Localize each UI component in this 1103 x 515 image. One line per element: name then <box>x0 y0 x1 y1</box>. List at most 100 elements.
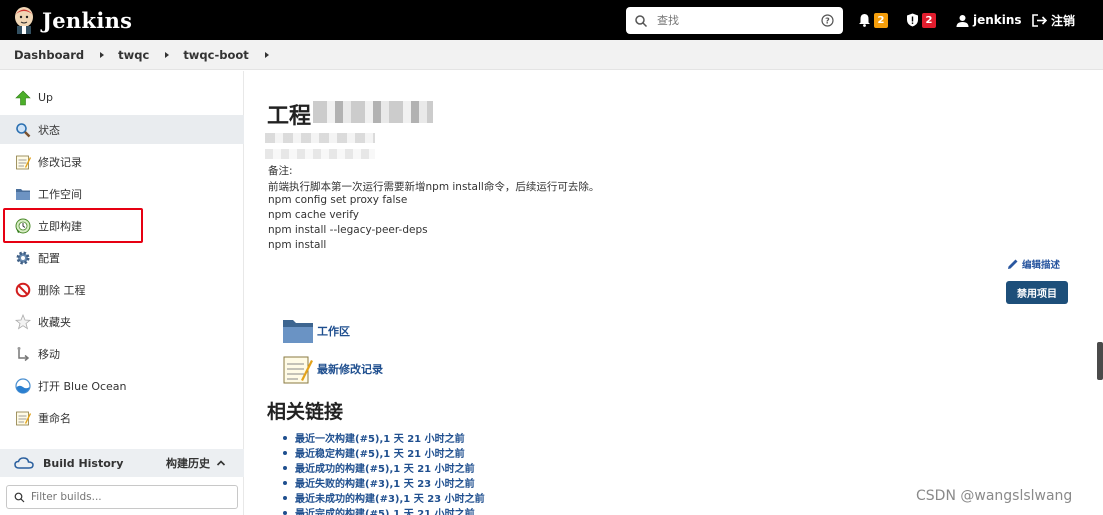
related-link[interactable]: 最近完成的构建(#5),1 天 21 小时之前 <box>295 505 475 515</box>
build-history-title: Build History <box>43 456 124 470</box>
disable-project-button[interactable]: 禁用项目 <box>1006 281 1068 304</box>
recent-changes-link-label: 最新修改记录 <box>317 363 383 376</box>
search-input[interactable] <box>657 14 821 27</box>
build-history-title-cn: 构建历史 <box>166 457 210 470</box>
related-link[interactable]: 最近未成功的构建(#3),1 天 23 小时之前 <box>295 490 485 505</box>
related-link[interactable]: 最近稳定构建(#5),1 天 21 小时之前 <box>295 445 465 460</box>
bullet <box>283 480 287 485</box>
sidebar-item-label: Up <box>38 91 54 104</box>
notepad-icon <box>283 356 313 384</box>
main-panel: 工程 备注: 前端执行脚本第一次运行需要新增npm install命令，后续运行… <box>245 71 1095 515</box>
breadcrumb: Dashboard twqc twqc-boot <box>0 40 1103 70</box>
related-link[interactable]: 最近一次构建(#5),1 天 21 小时之前 <box>295 430 465 445</box>
search-box[interactable]: ? <box>626 7 843 34</box>
sidebar-item-workspace[interactable]: 工作空间 <box>0 179 244 208</box>
build-now-highlight <box>3 208 143 243</box>
workspace-link-label: 工作区 <box>317 325 350 338</box>
search-icon <box>635 14 648 27</box>
recent-changes-link[interactable]: 最新修改记录 <box>282 353 383 385</box>
description-line: 前端执行脚本第一次运行需要新增npm install命令，后续运行可去除。 <box>268 181 600 193</box>
list-item[interactable]: 最近未成功的构建(#3),1 天 23 小时之前 <box>283 490 485 505</box>
workspace-link[interactable]: 工作区 <box>282 317 350 345</box>
filter-builds-input[interactable] <box>31 491 221 503</box>
chevron-up-icon[interactable] <box>216 458 226 468</box>
shield-icon <box>907 13 918 27</box>
list-item[interactable]: 最近成功的构建(#5),1 天 21 小时之前 <box>283 460 485 475</box>
logout-label: 注销 <box>1051 13 1076 28</box>
related-link[interactable]: 最近成功的构建(#5),1 天 21 小时之前 <box>295 460 475 475</box>
watermark: CSDN @wangslslwang <box>916 488 1073 504</box>
bullet <box>283 495 287 500</box>
user-icon <box>956 14 969 27</box>
scrollbar-handle[interactable] <box>1097 342 1103 380</box>
svg-text:?: ? <box>825 17 830 26</box>
build-history-header[interactable]: Build History 构建历史 <box>0 449 244 477</box>
folder-icon <box>283 320 313 343</box>
sidebar-item-label: 移动 <box>38 347 60 361</box>
cloud-icon <box>14 457 34 469</box>
redacted-text <box>265 133 375 143</box>
brand-name: Jenkins <box>42 7 133 33</box>
star-icon <box>15 313 31 330</box>
sidebar-item-move[interactable]: 移动 <box>0 339 244 368</box>
breadcrumb-dashboard[interactable]: Dashboard <box>14 48 84 62</box>
magnifier-icon <box>16 122 31 137</box>
sidebar-item-label: 状态 <box>38 123 60 137</box>
user-menu[interactable]: jenkins <box>956 0 1022 40</box>
sidebar-item-label: 修改记录 <box>38 155 82 169</box>
description-line: npm config set proxy false <box>268 194 408 206</box>
sidebar-item-label: 收藏夹 <box>38 315 71 329</box>
related-link[interactable]: 最近失败的构建(#3),1 天 23 小时之前 <box>295 475 475 490</box>
logout-icon <box>1032 13 1047 27</box>
list-item[interactable]: 最近稳定构建(#5),1 天 21 小时之前 <box>283 445 485 460</box>
notepad-icon <box>16 155 31 169</box>
redacted-project-name <box>313 101 433 123</box>
sidebar-item-label: 重命名 <box>38 411 71 425</box>
list-item[interactable]: 最近完成的构建(#5),1 天 21 小时之前 <box>283 505 485 515</box>
list-item[interactable]: 最近一次构建(#5),1 天 21 小时之前 <box>283 430 485 445</box>
bullet <box>283 435 287 440</box>
bell-icon <box>859 14 870 27</box>
sidebar-item-delete[interactable]: 删除 工程 <box>0 275 244 304</box>
breadcrumb-separator-icon[interactable] <box>165 51 170 58</box>
edit-description-link[interactable]: 编辑描述 <box>1007 257 1060 271</box>
sidebar-item-blue-ocean[interactable]: 打开 Blue Ocean <box>0 371 244 400</box>
security-badge: 2 <box>922 12 936 28</box>
notepad-icon <box>16 411 31 425</box>
sidebar-item-changes[interactable]: 修改记录 <box>0 147 244 176</box>
sidebar-item-label: 删除 工程 <box>38 283 86 297</box>
page-title: 工程 <box>267 104 312 129</box>
sidebar-item-status[interactable]: 状态 <box>0 115 244 144</box>
help-icon[interactable]: ? <box>821 14 834 27</box>
move-icon <box>17 346 30 361</box>
related-links-list: 最近一次构建(#5),1 天 21 小时之前 最近稳定构建(#5),1 天 21… <box>283 430 485 515</box>
gear-icon <box>16 251 30 264</box>
breadcrumb-separator-icon[interactable] <box>264 51 269 58</box>
sidebar-item-label: 配置 <box>38 251 60 265</box>
sidebar-item-label: 工作空间 <box>38 187 82 201</box>
notifications-button[interactable]: 2 <box>858 0 888 40</box>
notifications-badge: 2 <box>874 12 888 28</box>
jenkins-home-link[interactable]: Jenkins <box>12 6 132 34</box>
sidebar-item-up[interactable]: Up <box>0 83 244 112</box>
description-line: npm cache verify <box>268 209 359 221</box>
breadcrumb-separator-icon[interactable] <box>100 51 105 58</box>
security-button[interactable]: 2 <box>906 0 936 40</box>
no-entry-icon <box>15 282 31 297</box>
bullet <box>283 465 287 470</box>
jenkins-logo-icon <box>15 7 33 34</box>
breadcrumb-twqc-boot[interactable]: twqc-boot <box>183 48 248 62</box>
redacted-text <box>265 149 375 159</box>
sidebar-item-favorite[interactable]: 收藏夹 <box>0 307 244 336</box>
breadcrumb-twqc[interactable]: twqc <box>118 48 149 62</box>
folder-icon <box>16 188 30 200</box>
logout-button[interactable]: 注销 <box>1032 0 1075 40</box>
filter-builds-box[interactable] <box>6 485 238 509</box>
user-name: jenkins <box>973 13 1022 27</box>
sidebar-item-configure[interactable]: 配置 <box>0 243 244 272</box>
description-line: npm install --legacy-peer-deps <box>268 224 428 236</box>
sidebar-item-rename[interactable]: 重命名 <box>0 403 244 432</box>
description-line: npm install <box>268 239 327 251</box>
list-item[interactable]: 最近失败的构建(#3),1 天 23 小时之前 <box>283 475 485 490</box>
bullet <box>283 450 287 455</box>
